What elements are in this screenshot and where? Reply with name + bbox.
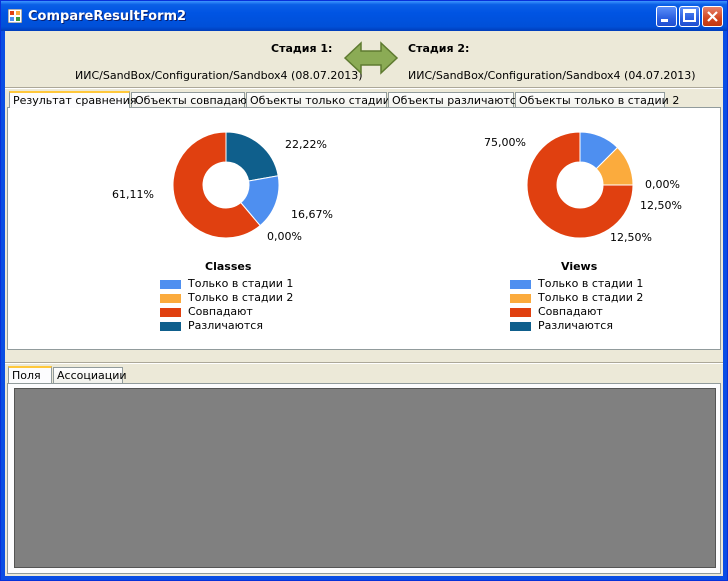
legend-swatch [510,321,531,331]
views-donut-chart [526,131,634,239]
classes-chart-title: Classes [205,260,252,273]
legend-label: Различаются [188,319,263,332]
fields-grid[interactable] [14,388,716,568]
classes-label-match: 61,11% [112,188,154,201]
classes-donut-chart [172,131,280,239]
slice-differ [225,131,279,182]
stage2-path: ИИС/SandBox/Configuration/Sandbox4 (04.0… [408,69,696,82]
close-button[interactable] [702,6,723,27]
views-label-only-stage1: 12,50% [640,199,682,212]
tab-fields[interactable]: Поля [8,366,52,383]
stage2-label: Стадия 2: [408,42,470,55]
legend-swatch [510,307,531,317]
legend-swatch [510,293,531,303]
classes-label-differ: 22,22% [285,138,327,151]
header-separator [5,87,723,89]
legend-label: Только в стадии 2 [188,291,294,304]
views-label-only-stage2: 12,50% [610,231,652,244]
legend-swatch [160,279,181,289]
legend-label: Различаются [538,319,613,332]
classes-label-only-stage1: 16,67% [291,208,333,221]
legend-label: Только в стадии 1 [538,277,644,290]
classes-legend-only-stage1: Только в стадии 1 [160,277,293,290]
double-arrow-icon [343,41,399,75]
close-icon [707,11,718,22]
window-title: CompareResultForm2 [28,9,187,24]
views-legend-differ: Различаются [510,319,613,332]
legend-label: Совпадают [538,305,603,318]
classes-label-only-stage2: 0,00% [267,230,302,243]
tab-comparison-result[interactable]: Результат сравнения [9,91,137,108]
views-legend-only-stage2: Только в стадии 2 [510,291,643,304]
views-label-differ: 0,00% [645,178,680,191]
views-label-match: 75,00% [484,136,526,149]
maximize-icon [683,9,696,22]
legend-swatch [510,279,531,289]
views-legend-only-stage1: Только в стадии 1 [510,277,643,290]
legend-label: Совпадают [188,305,253,318]
splitter[interactable] [5,362,723,364]
maximize-button[interactable] [679,6,700,27]
classes-legend-differ: Различаются [160,319,263,332]
legend-label: Только в стадии 2 [538,291,644,304]
legend-label: Только в стадии 1 [188,277,294,290]
app-icon [8,9,22,23]
views-chart-title: Views [561,260,598,273]
comparison-panel: 22,22% 61,11% 16,67% 0,00% Classes Тольк… [7,107,721,350]
legend-swatch [160,307,181,317]
tab-associations[interactable]: Ассоциации [53,367,127,384]
main-window: CompareResultForm2 Стадия 1: ИИС/SandBox… [0,0,728,581]
stage1-path: ИИС/SandBox/Configuration/Sandbox4 (08.0… [75,69,363,82]
classes-legend-only-stage2: Только в стадии 2 [160,291,293,304]
title-bar[interactable]: CompareResultForm2 [1,1,727,31]
stage1-label: Стадия 1: [271,42,333,55]
minimize-icon [661,19,668,22]
minimize-button[interactable] [656,6,677,27]
classes-legend-match: Совпадают [160,305,253,318]
legend-swatch [160,321,181,331]
views-legend-match: Совпадают [510,305,603,318]
client-area: Стадия 1: ИИС/SandBox/Configuration/Sand… [5,31,723,576]
legend-swatch [160,293,181,303]
